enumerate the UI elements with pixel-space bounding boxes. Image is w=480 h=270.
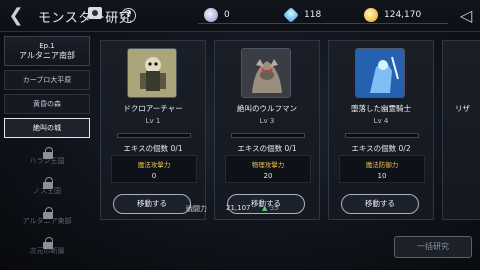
lock-icon [43, 177, 53, 189]
essence-progress-bar [231, 133, 305, 138]
region-sidebar: Ep.1 アルタニア南部 カーブロ大平原 黄昏の森 絶叫の城 ハラン王国 ノス王… [0, 32, 96, 270]
ghost-knight-portrait [355, 48, 405, 98]
bulk-research-button[interactable]: 一括研究 [394, 236, 472, 258]
essence-progress-bar [117, 133, 191, 138]
monster-card: ドクロアーチャー Lv 1 エキスの個数 0/1 魔法攻撃力 0 移動する [100, 40, 206, 220]
sidebar-item-region[interactable]: カーブロ大平原 [4, 70, 90, 90]
sidebar-item-locked[interactable]: ノス王国 [4, 174, 90, 195]
move-button[interactable]: 移動する [113, 194, 191, 214]
stat-box: 物理攻撃力 20 [225, 155, 311, 183]
sidebar-item-region[interactable]: 黄昏の森 [4, 94, 90, 114]
wolfman-portrait [241, 48, 291, 98]
stat-box: 魔法防御力 10 [339, 155, 425, 183]
back-arrow-icon[interactable]: ❮ [6, 6, 26, 26]
lock-icon [43, 147, 53, 159]
stat-box: 魔法攻撃力 0 [111, 155, 197, 183]
potion-icon [204, 8, 218, 22]
menu-toggle-icon[interactable]: ◁ [454, 4, 478, 28]
combat-power-delta: ▲ 35 [262, 204, 279, 212]
top-bar: ❮ モンスター研究 ? 0 118 124,170 ◁ [0, 0, 480, 32]
episode-header[interactable]: Ep.1 アルタニア南部 [4, 36, 90, 66]
move-button[interactable]: 移動する [341, 194, 419, 214]
gold-coin-icon [364, 8, 378, 22]
essence-progress-bar [345, 133, 419, 138]
combat-power-value: 21,107 [226, 204, 251, 212]
sidebar-item-locked[interactable]: ハラン王国 [4, 144, 90, 165]
skull-archer-portrait [127, 48, 177, 98]
lock-icon [43, 237, 53, 249]
sidebar-item-locked[interactable]: 次元の断層 [4, 234, 90, 255]
monster-card: 絶叫のウルフマン Lv 3 エキスの個数 0/1 物理攻撃力 20 移動する [214, 40, 320, 220]
camera-icon[interactable] [88, 7, 102, 19]
sidebar-item-region-selected[interactable]: 絶叫の城 [4, 118, 90, 138]
gem-icon [283, 7, 299, 23]
monster-card: 堕落した幽霊騎士 Lv 4 エキスの個数 0/2 魔法防御力 10 移動する [328, 40, 434, 220]
lock-icon [43, 207, 53, 219]
combat-power-label: 戦闘力 [186, 205, 207, 213]
sidebar-item-locked[interactable]: アルタニア東部 [4, 204, 90, 225]
help-icon[interactable]: ? [121, 8, 136, 23]
monster-card-partial: リザ [442, 40, 480, 220]
page-title: モンスター研究 [38, 11, 133, 26]
